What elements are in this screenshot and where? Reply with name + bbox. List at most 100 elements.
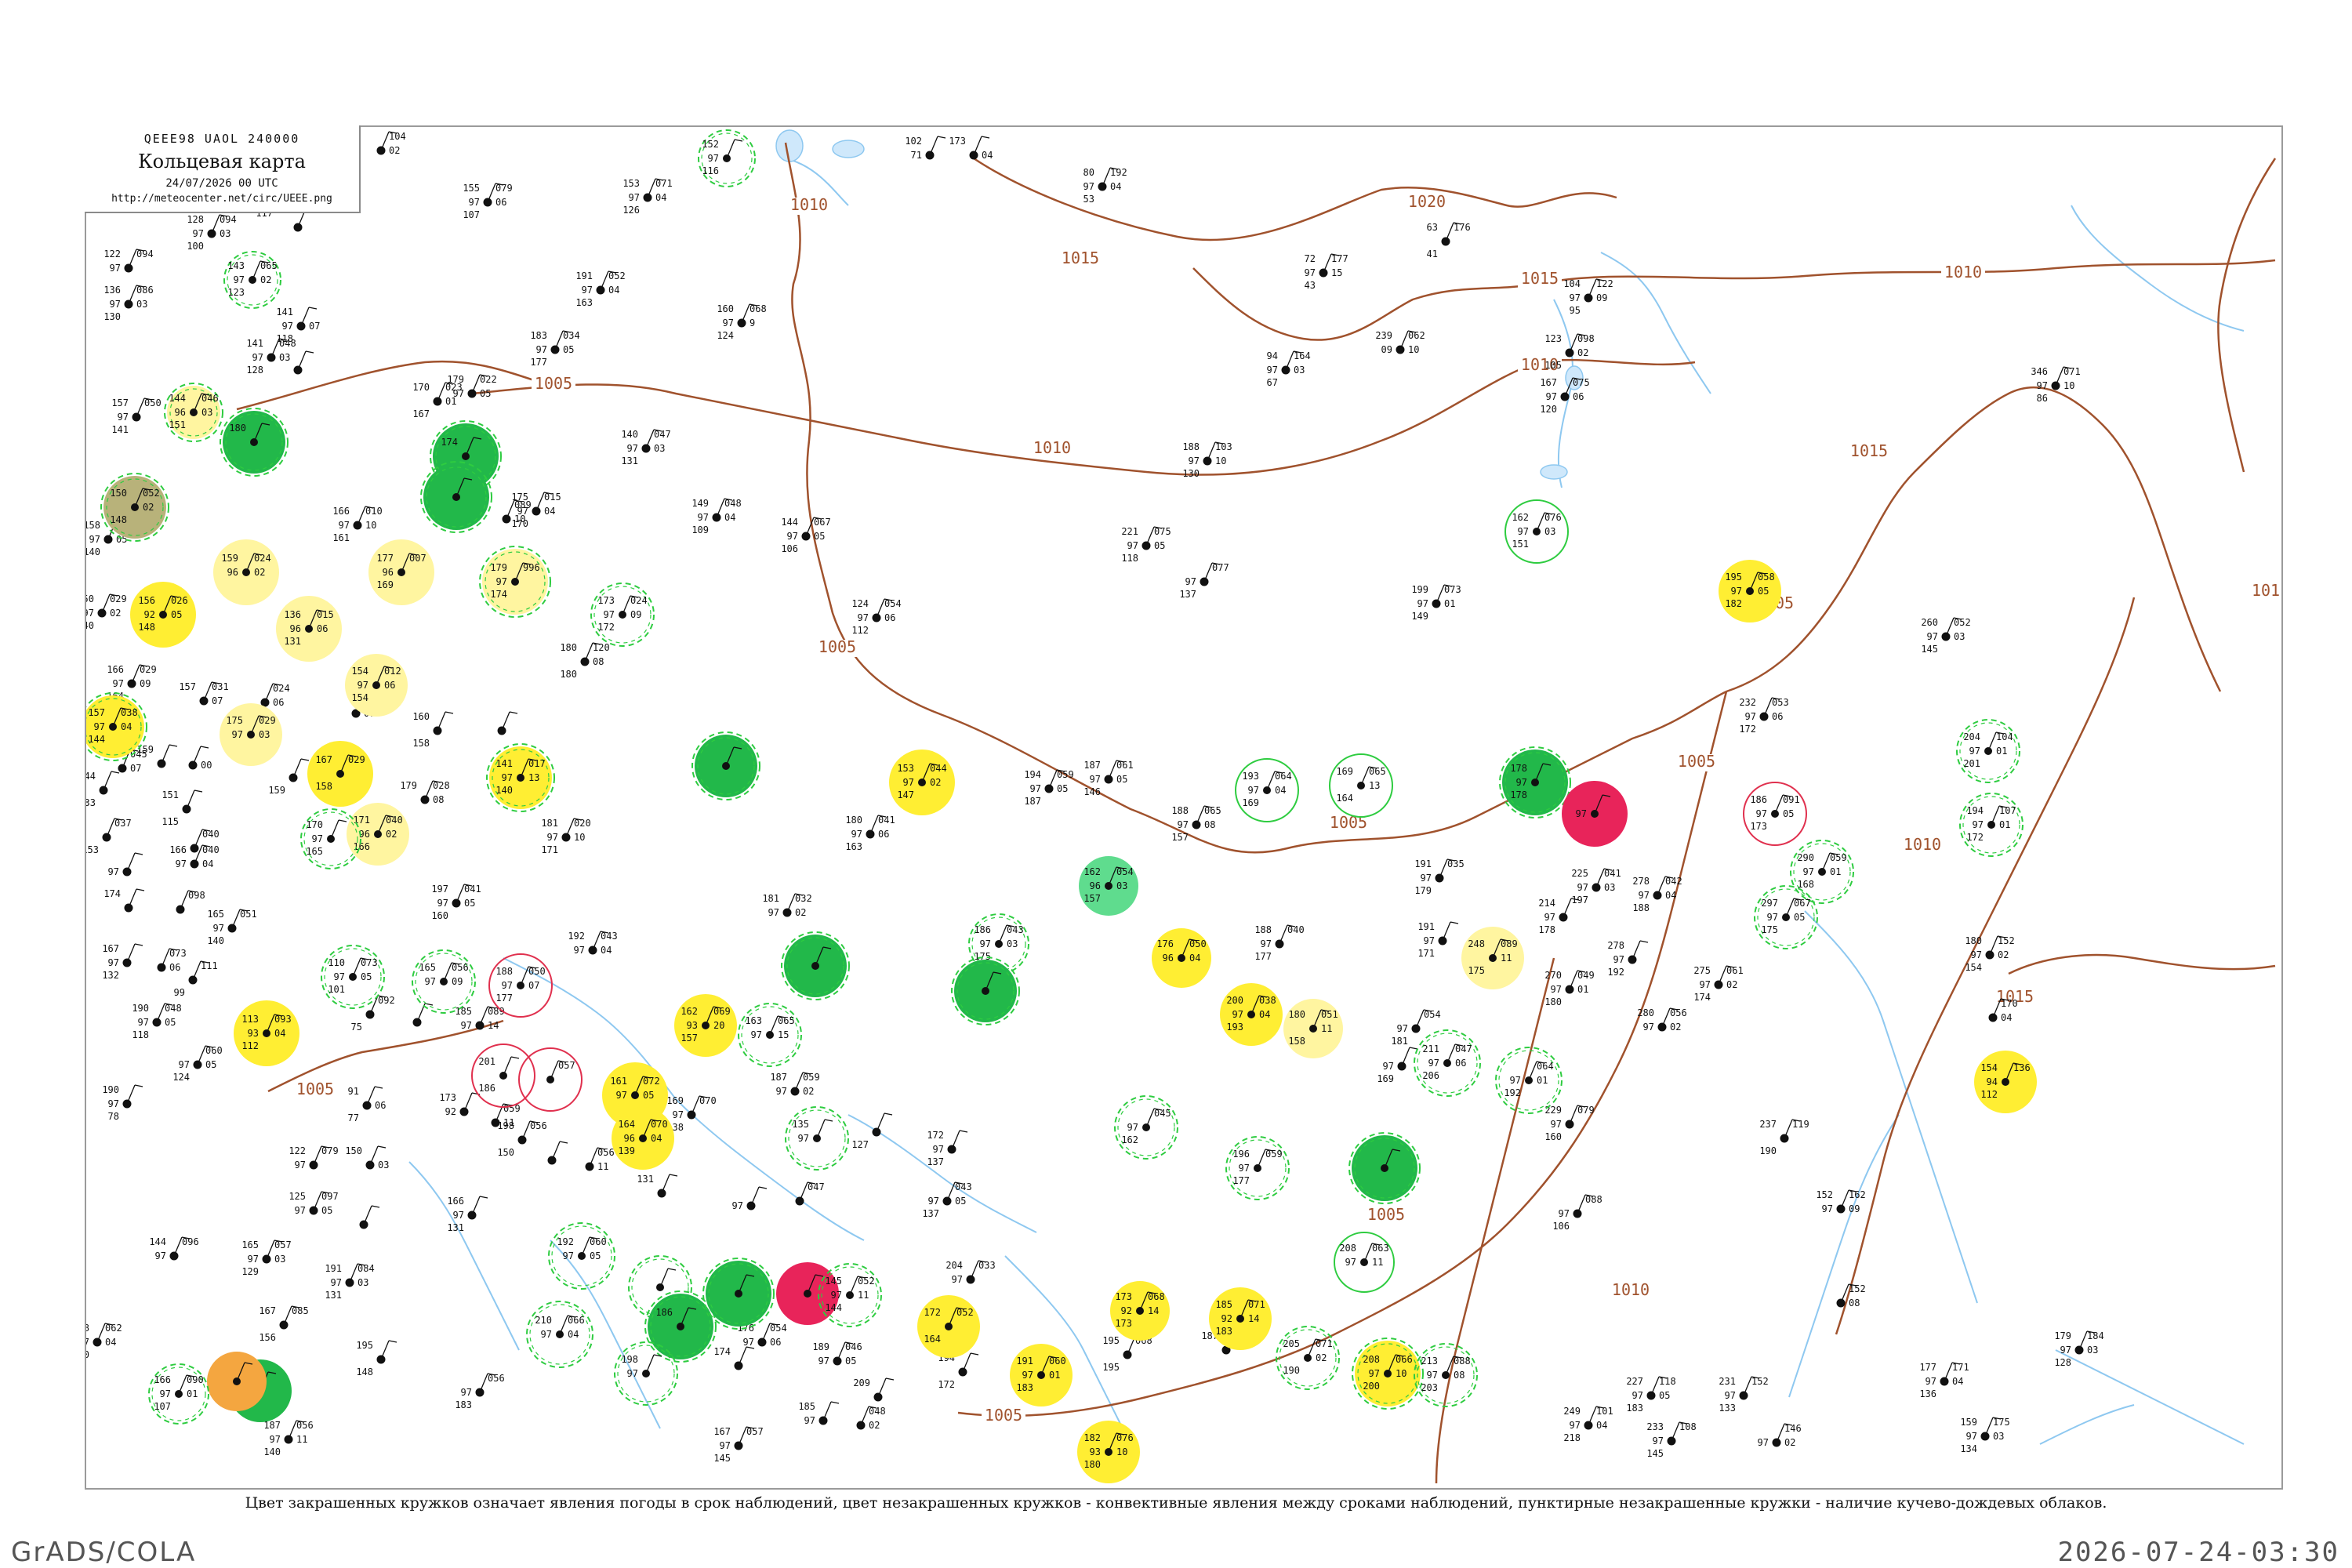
station-code: 97: [952, 1274, 963, 1285]
station-code: 97: [213, 923, 224, 934]
wind-barb: [860, 1406, 869, 1426]
station-temperature: 113: [241, 1014, 259, 1025]
station-code: 97: [282, 321, 293, 332]
weather-station: 249 101 97218 04: [1563, 1406, 1613, 1443]
station-pressure: 152: [1849, 1283, 1866, 1294]
station-dewpoint: 200: [1363, 1381, 1380, 1392]
station-dewpoint: 137: [927, 1156, 944, 1167]
station-pressure: 120: [593, 642, 610, 653]
wind-barb: [645, 429, 655, 449]
station-dewpoint: 116: [702, 165, 719, 176]
station-pressure: 012: [384, 666, 401, 677]
wind-barb-flag: [885, 1377, 895, 1381]
wind-barb-flag: [111, 771, 120, 774]
isobar-line: [973, 157, 1617, 241]
weather-station: 15208: [1836, 1283, 1866, 1308]
weather-station: 144 133: [86, 771, 120, 808]
station-tendency: 01: [187, 1388, 198, 1399]
station-tendency: 03: [1294, 365, 1305, 376]
wind-barb: [589, 1147, 598, 1167]
station-pressure: 056: [1670, 1007, 1687, 1018]
weather-station: 188 040 97 177: [1254, 924, 1304, 962]
station-temperature: 180: [229, 423, 246, 434]
wind-barb: [738, 1346, 747, 1367]
station-temperature: 191: [1414, 858, 1432, 869]
weather-station: 270 049 97180 01: [1544, 970, 1594, 1007]
station-code: 93: [1090, 1446, 1101, 1457]
station-code: 97: [160, 1388, 171, 1399]
river-line: [675, 1098, 865, 1241]
station-temperature: 186: [974, 924, 991, 935]
station-dewpoint: 173: [1750, 821, 1767, 832]
station-temperature: 192: [557, 1236, 574, 1247]
station-tendency: 05: [845, 1356, 856, 1367]
grads-credit: GrADS/COLA: [11, 1537, 197, 1568]
station-pressure: 192: [1110, 167, 1127, 178]
station-dewpoint: 106: [1552, 1221, 1570, 1232]
station-code: 97: [798, 1133, 809, 1144]
station-dewpoint: 129: [241, 1266, 259, 1277]
station-temperature: 213: [1421, 1356, 1438, 1367]
station-dewpoint: 131: [447, 1222, 464, 1233]
station-pressure: 044: [930, 763, 947, 774]
station-pressure: 175: [1993, 1417, 2010, 1428]
station-dewpoint: 145: [713, 1453, 731, 1464]
wind-barb: [1671, 1421, 1680, 1442]
isobar-line: [1835, 597, 2136, 1335]
station-tendency: 03: [279, 352, 290, 363]
station-code: 97: [1232, 1009, 1243, 1020]
weather-station-circled: 180: [220, 408, 289, 477]
station-dewpoint: 163: [575, 297, 593, 308]
station-dewpoint: 183: [455, 1399, 472, 1410]
weather-station: 092 75: [351, 995, 395, 1033]
station-code: 97: [858, 612, 869, 623]
station-dewpoint: 192: [1607, 967, 1624, 978]
station-tendency: 15: [778, 1029, 789, 1040]
station-tendency: 02: [110, 608, 121, 619]
station-dewpoint: 139: [618, 1145, 635, 1156]
wind-barb: [559, 1315, 568, 1335]
station-pressure: 051: [240, 909, 257, 920]
station-dewpoint: 162: [1121, 1134, 1138, 1145]
station-tendency: 14: [1148, 1305, 1159, 1316]
station-pressure: 094: [136, 249, 154, 260]
station-tendency: 04: [655, 192, 666, 203]
weather-station: 141 048 97 128 03: [246, 338, 296, 376]
weather-station: 159: [268, 758, 310, 796]
station-temperature: 248: [1468, 938, 1485, 949]
weather-station: 239 062 09 10: [1375, 330, 1425, 355]
wind-barb: [1360, 766, 1370, 786]
station-code: 96: [175, 407, 186, 418]
weather-station-circled: 185 071 92 183 14: [1209, 1287, 1272, 1350]
station-temperature: 165: [207, 909, 224, 920]
station-pressure: 064: [1537, 1061, 1554, 1072]
station-temperature: 233: [1646, 1421, 1664, 1432]
station-pressure: 098: [1577, 333, 1595, 344]
wind-barb-flag: [308, 307, 318, 310]
weather-station-circled: [702, 1258, 775, 1330]
wind-barb: [1399, 330, 1409, 350]
weather-station: 204 033 97: [946, 1260, 995, 1285]
map-title: Кольцевая карта: [138, 151, 306, 172]
wind-barb: [1528, 1061, 1537, 1081]
station-dewpoint: 140: [263, 1446, 281, 1457]
station-code: 97: [1267, 365, 1278, 376]
lake-shape: [1540, 464, 1568, 480]
weather-station: 056 97183: [455, 1373, 504, 1410]
station-pressure: 052: [143, 488, 160, 499]
weather-station-circled: 182 076 93 180 10: [1077, 1421, 1140, 1483]
wind-barb: [101, 593, 111, 614]
weather-station-circled: 177 007 96169: [368, 539, 434, 605]
station-pressure: 052: [956, 1307, 974, 1318]
isobar-label: 1005: [1678, 752, 1715, 771]
station-temperature: 160: [412, 711, 430, 722]
station-code: 97: [1613, 954, 1624, 965]
station-temperature: 191: [1016, 1356, 1033, 1367]
station-code: 96: [624, 1133, 635, 1144]
station-code: 97: [138, 1017, 149, 1028]
wind-barb: [313, 1191, 322, 1211]
station-pressure: 057: [274, 1240, 292, 1250]
station-dewpoint: 140: [86, 546, 100, 557]
station-code: 97: [86, 608, 94, 619]
weather-station: 136 086 97130 03: [103, 285, 153, 322]
